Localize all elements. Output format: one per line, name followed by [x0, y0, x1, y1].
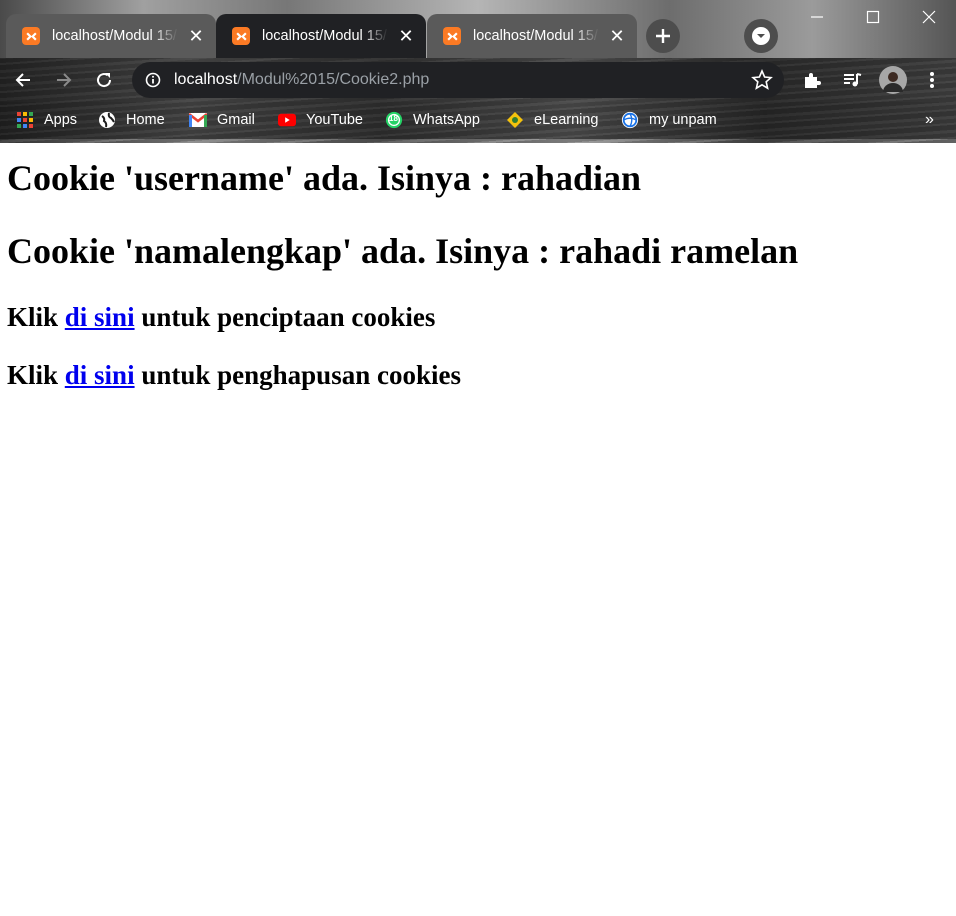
- whatsapp-icon: 18: [385, 111, 403, 129]
- close-window-button[interactable]: [901, 0, 956, 34]
- bookmark-label: Gmail: [217, 112, 255, 128]
- xampp-favicon-icon: [22, 27, 40, 45]
- profile-avatar[interactable]: [879, 66, 907, 94]
- tab-close-icon[interactable]: ✕: [188, 27, 204, 45]
- bookmark-apps[interactable]: Apps: [16, 108, 77, 132]
- page-content: Cookie 'username' ada. Isinya : rahadian…: [0, 143, 956, 916]
- bookmark-star-icon[interactable]: [751, 69, 773, 91]
- back-button[interactable]: [9, 66, 37, 94]
- reload-button[interactable]: [90, 66, 118, 94]
- address-bar[interactable]: localhost/Modul%2015/Cookie2.php: [132, 62, 784, 98]
- delete-cookies-link[interactable]: di sini: [65, 360, 135, 390]
- plus-icon: [656, 29, 670, 43]
- line-suffix: untuk penghapusan cookies: [134, 360, 461, 390]
- address-host: localhost: [174, 71, 238, 88]
- close-icon: [922, 10, 936, 24]
- xampp-favicon-icon: [232, 27, 250, 45]
- tab-cookie3[interactable]: localhost/Modul 15/Cookie3.php ✕: [427, 14, 637, 58]
- unpam-icon: [621, 111, 639, 129]
- maximize-icon: [866, 10, 880, 24]
- menu-button[interactable]: [918, 66, 946, 94]
- cookie-namalengkap-heading: Cookie 'namalengkap' ada. Isinya : rahad…: [7, 231, 799, 271]
- extensions-button[interactable]: [798, 66, 826, 94]
- gmail-icon: [189, 111, 207, 129]
- tab-close-icon[interactable]: ✕: [398, 27, 414, 45]
- whatsapp-badge: 18: [389, 114, 398, 123]
- bookmark-label: eLearning: [534, 112, 599, 128]
- bookmark-label: Apps: [44, 112, 78, 128]
- bookmark-home[interactable]: Home: [98, 108, 165, 132]
- address-path: /Modul%2015/Cookie2.php: [237, 71, 430, 88]
- minimize-icon: [811, 16, 823, 18]
- tab-search-button[interactable]: [744, 19, 778, 53]
- kebab-menu-icon: [930, 72, 934, 88]
- line-prefix: Klik: [7, 360, 65, 390]
- tab-cookie2[interactable]: localhost/Modul 15/Cookie2.php ✕: [216, 14, 426, 58]
- playlist-icon: [844, 73, 862, 87]
- youtube-icon: [278, 111, 296, 129]
- avatar-icon: [879, 66, 907, 94]
- media-control-button[interactable]: [838, 66, 866, 94]
- bookmark-whatsapp[interactable]: 18 WhatsApp: [385, 108, 480, 132]
- tab-title: localhost/Modul 15/Cookie1.php: [52, 28, 178, 44]
- elearning-icon: [506, 111, 524, 129]
- arrow-left-icon: [15, 73, 30, 87]
- maximize-button[interactable]: [845, 0, 901, 34]
- globe-icon: [98, 111, 116, 129]
- forward-button[interactable]: [50, 66, 78, 94]
- bookmark-gmail[interactable]: Gmail: [189, 108, 255, 132]
- tab-cookie1[interactable]: localhost/Modul 15/Cookie1.php ✕: [6, 14, 216, 58]
- puzzle-icon: [805, 73, 821, 88]
- create-cookies-line: Klik di sini untuk penciptaan cookies: [7, 302, 435, 333]
- tab-title: localhost/Modul 15/Cookie3.php: [473, 28, 599, 44]
- delete-cookies-line: Klik di sini untuk penghapusan cookies: [7, 360, 461, 391]
- arrow-right-icon: [57, 73, 72, 87]
- line-suffix: untuk penciptaan cookies: [134, 302, 436, 332]
- tab-title: localhost/Modul 15/Cookie2.php: [262, 28, 388, 44]
- chevron-down-circle-icon: [752, 27, 770, 45]
- bookmark-label: WhatsApp: [413, 112, 480, 128]
- bookmark-label: Home: [126, 112, 165, 128]
- apps-grid-icon: [16, 111, 34, 129]
- bookmark-label: my unpam: [649, 112, 717, 128]
- cookie-username-heading: Cookie 'username' ada. Isinya : rahadian: [7, 158, 642, 198]
- xampp-favicon-icon: [443, 27, 461, 45]
- create-cookies-link[interactable]: di sini: [65, 302, 135, 332]
- minimize-button[interactable]: [789, 0, 845, 34]
- browser-chrome: localhost/Modul 15/Cookie1.php ✕ localho…: [0, 0, 956, 143]
- bookmark-label: YouTube: [306, 112, 363, 128]
- info-icon[interactable]: [145, 72, 161, 88]
- bookmarks-overflow-button[interactable]: »: [925, 108, 934, 132]
- bookmark-my-unpam[interactable]: my unpam: [621, 108, 717, 132]
- line-prefix: Klik: [7, 302, 65, 332]
- reload-icon: [97, 73, 112, 88]
- bookmark-elearning[interactable]: eLearning: [506, 108, 599, 132]
- new-tab-button[interactable]: [646, 19, 680, 53]
- bookmark-youtube[interactable]: YouTube: [278, 108, 363, 132]
- tab-close-icon[interactable]: ✕: [609, 27, 625, 45]
